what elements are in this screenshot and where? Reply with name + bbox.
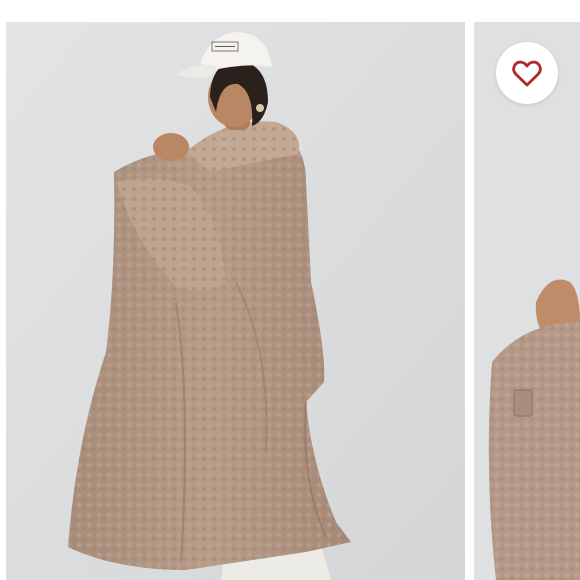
wishlist-button[interactable] bbox=[496, 42, 558, 104]
product-image-gallery[interactable] bbox=[0, 22, 580, 580]
model-photo bbox=[6, 22, 465, 580]
sleeve-detail-photo bbox=[474, 22, 580, 580]
product-page bbox=[0, 0, 580, 580]
product-image-next[interactable] bbox=[474, 22, 580, 580]
product-image-main[interactable] bbox=[6, 22, 465, 580]
heart-outline-icon bbox=[512, 60, 542, 87]
